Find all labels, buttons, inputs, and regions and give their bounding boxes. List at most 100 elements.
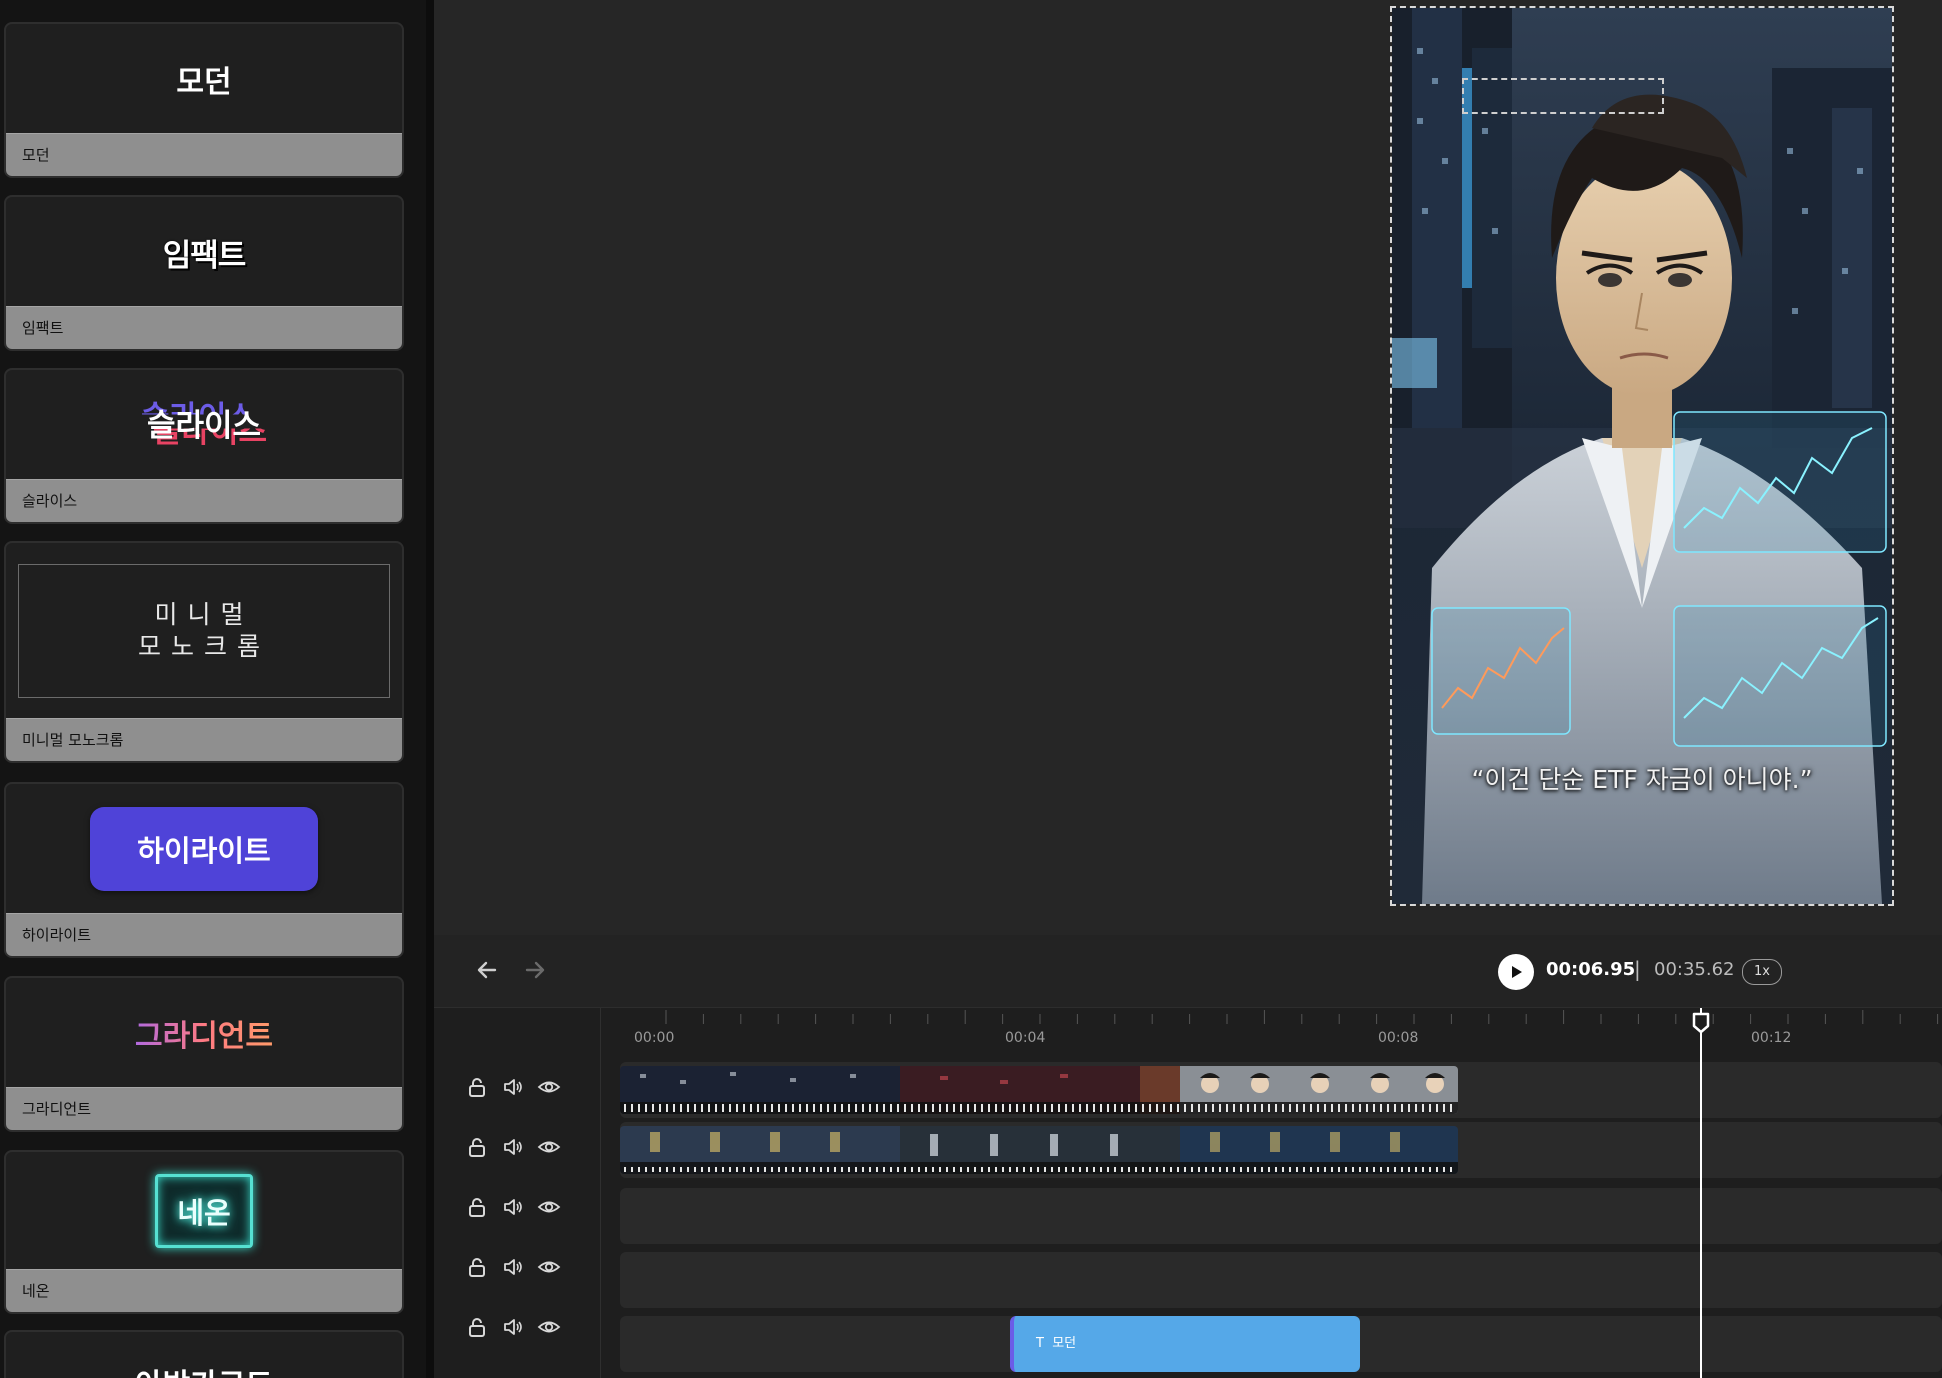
style-preview-text: 그라디언트 bbox=[135, 1011, 273, 1055]
waveform-bar bbox=[750, 1104, 752, 1112]
waveform-bar bbox=[680, 1167, 682, 1172]
waveform-bar bbox=[729, 1167, 731, 1172]
volume-icon[interactable] bbox=[500, 1194, 526, 1220]
track-video-2[interactable] bbox=[620, 1122, 1942, 1178]
waveform-bar bbox=[1324, 1167, 1326, 1172]
waveform-bar bbox=[1135, 1104, 1137, 1112]
waveform-bar bbox=[715, 1167, 717, 1172]
waveform-bar bbox=[939, 1167, 941, 1172]
waveform-bar bbox=[1023, 1167, 1025, 1172]
lock-icon[interactable] bbox=[464, 1254, 490, 1280]
waveform-bar bbox=[778, 1104, 780, 1112]
video-clip-strip[interactable] bbox=[620, 1066, 1458, 1114]
lock-icon[interactable] bbox=[464, 1314, 490, 1340]
waveform-bar bbox=[1240, 1167, 1242, 1172]
ruler-label: 00:08 bbox=[1378, 1030, 1419, 1046]
volume-icon[interactable] bbox=[500, 1074, 526, 1100]
waveform-bar bbox=[1415, 1167, 1417, 1172]
volume-icon[interactable] bbox=[500, 1134, 526, 1160]
track-empty-4[interactable] bbox=[620, 1252, 1942, 1308]
waveform-bar bbox=[1289, 1167, 1291, 1172]
style-card-slice[interactable]: 슬라이스 슬라이스 슬라이스 슬라이스 bbox=[4, 368, 404, 524]
playhead-line[interactable] bbox=[1700, 1008, 1702, 1378]
waveform-bar bbox=[806, 1104, 808, 1112]
text-bounding-box[interactable] bbox=[1462, 78, 1664, 114]
waveform-bar bbox=[1198, 1167, 1200, 1172]
waveform-bar bbox=[750, 1167, 752, 1172]
waveform-bar bbox=[806, 1167, 808, 1172]
track-controls bbox=[464, 1134, 584, 1164]
waveform-bar bbox=[631, 1104, 633, 1112]
waveform-bar bbox=[1429, 1167, 1431, 1172]
lock-icon[interactable] bbox=[464, 1194, 490, 1220]
waveform-bar bbox=[708, 1167, 710, 1172]
text-clip[interactable]: T 모던 bbox=[1010, 1316, 1360, 1372]
visibility-eye-icon[interactable] bbox=[536, 1254, 562, 1280]
waveform-bar bbox=[1415, 1104, 1417, 1112]
waveform-bar bbox=[757, 1167, 759, 1172]
time-ruler[interactable]: 00:00 00:04 00:08 00:12 bbox=[600, 1008, 1942, 1058]
lock-icon[interactable] bbox=[464, 1134, 490, 1160]
timeline-panel[interactable]: 00:00 00:04 00:08 00:12 T 모던 bbox=[434, 1008, 1942, 1378]
waveform-bar bbox=[1051, 1167, 1053, 1172]
visibility-eye-icon[interactable] bbox=[536, 1134, 562, 1160]
style-preview-text: 슬라이스 슬라이스 슬라이스 bbox=[140, 400, 268, 450]
visibility-eye-icon[interactable] bbox=[536, 1314, 562, 1340]
waveform-bar bbox=[1394, 1104, 1396, 1112]
video-thumbnails bbox=[620, 1066, 1458, 1114]
waveform-bar bbox=[1450, 1167, 1452, 1172]
playback-speed-button[interactable]: 1x bbox=[1742, 959, 1782, 985]
video-preview-canvas[interactable]: “이건 단순 ETF 자금이 아니야.” bbox=[1390, 6, 1894, 906]
waveform-bar bbox=[1156, 1167, 1158, 1172]
track-text-5[interactable]: T 모던 bbox=[620, 1316, 1942, 1372]
redo-icon[interactable] bbox=[522, 957, 548, 983]
style-card-avantgarde[interactable]: 아방가르드 bbox=[4, 1330, 404, 1378]
style-card-impact[interactable]: 임팩트 임팩트 bbox=[4, 195, 404, 351]
waveform-bar bbox=[883, 1167, 885, 1172]
waveform-bar bbox=[1289, 1104, 1291, 1112]
waveform-bar bbox=[1149, 1104, 1151, 1112]
total-duration: 00:35.62 bbox=[1654, 959, 1735, 980]
style-card-modern[interactable]: 모던 모던 bbox=[4, 22, 404, 178]
waveform-bar bbox=[1401, 1167, 1403, 1172]
waveform-bar bbox=[645, 1104, 647, 1112]
style-card-minimal-monochrome[interactable]: 미니멀 모노크롬 미니멀 모노크롬 bbox=[4, 541, 404, 763]
volume-icon[interactable] bbox=[500, 1314, 526, 1340]
waveform-bar bbox=[1142, 1104, 1144, 1112]
play-button[interactable] bbox=[1498, 954, 1534, 990]
style-card-neon[interactable]: 네온 네온 bbox=[4, 1150, 404, 1314]
track-video-1[interactable] bbox=[620, 1062, 1942, 1118]
waveform-bar bbox=[1072, 1167, 1074, 1172]
waveform-bar bbox=[995, 1104, 997, 1112]
undo-icon[interactable] bbox=[474, 957, 500, 983]
panel-divider[interactable] bbox=[426, 0, 434, 1378]
waveform-bar bbox=[1338, 1104, 1340, 1112]
visibility-eye-icon[interactable] bbox=[536, 1194, 562, 1220]
style-card-highlight[interactable]: 하이라이트 하이라이트 bbox=[4, 782, 404, 958]
visibility-eye-icon[interactable] bbox=[536, 1074, 562, 1100]
waveform-bar bbox=[1093, 1167, 1095, 1172]
waveform-bar bbox=[1380, 1104, 1382, 1112]
waveform-bar bbox=[848, 1167, 850, 1172]
waveform-bar bbox=[1184, 1167, 1186, 1172]
waveform-bar bbox=[1422, 1104, 1424, 1112]
style-card-gradient[interactable]: 그라디언트 그라디언트 bbox=[4, 976, 404, 1132]
subtitle-text[interactable]: “이건 단순 ETF 자금이 아니야.” bbox=[1392, 760, 1892, 796]
track-empty-3[interactable] bbox=[620, 1188, 1942, 1244]
waveform-bar bbox=[1233, 1104, 1235, 1112]
style-card-label: 네온 bbox=[6, 1269, 402, 1312]
video-clip-strip[interactable] bbox=[620, 1126, 1458, 1174]
waveform-bar bbox=[1009, 1104, 1011, 1112]
waveform-bar bbox=[1205, 1167, 1207, 1172]
playhead-handle[interactable] bbox=[1692, 1012, 1710, 1034]
waveform-bar bbox=[771, 1167, 773, 1172]
volume-icon[interactable] bbox=[500, 1254, 526, 1280]
waveform-bar bbox=[1198, 1104, 1200, 1112]
waveform-bar bbox=[953, 1167, 955, 1172]
waveform-bar bbox=[1310, 1167, 1312, 1172]
waveform-bar bbox=[729, 1104, 731, 1112]
waveform-bar bbox=[736, 1104, 738, 1112]
style-preview-text: 아방가르드 bbox=[6, 1360, 402, 1378]
waveform-bar bbox=[652, 1104, 654, 1112]
lock-icon[interactable] bbox=[464, 1074, 490, 1100]
